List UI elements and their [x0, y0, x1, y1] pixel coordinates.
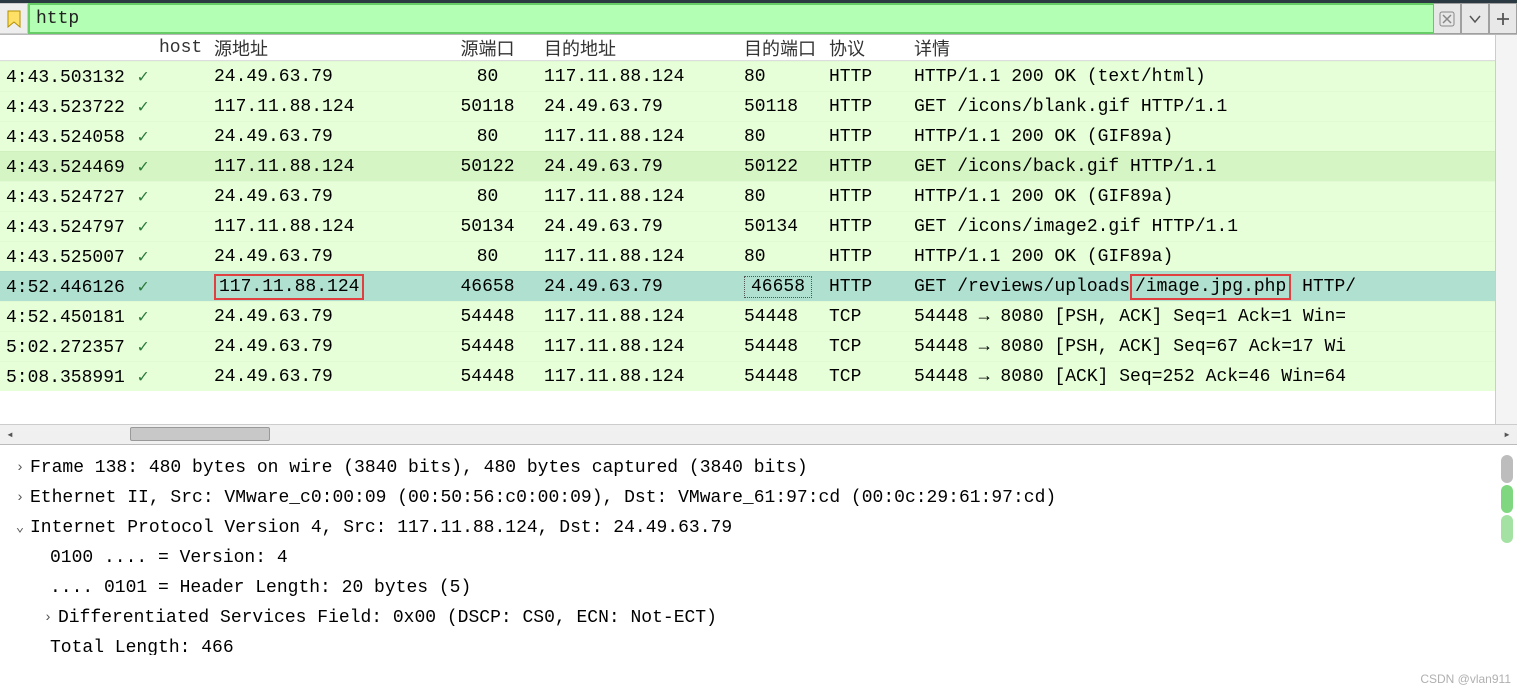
clear-filter-button[interactable]	[1433, 3, 1461, 34]
table-row[interactable]: 4:43.524469 ✓117.11.88.1245012224.49.63.…	[0, 151, 1517, 181]
table-row[interactable]: 5:02.272357 ✓24.49.63.7954448117.11.88.1…	[0, 331, 1517, 361]
table-row[interactable]: 4:43.525007 ✓24.49.63.7980117.11.88.1248…	[0, 241, 1517, 271]
col-info[interactable]: 详情	[910, 35, 1517, 63]
tree-ethernet[interactable]: ›Ethernet II, Src: VMware_c0:00:09 (00:5…	[10, 483, 1517, 513]
col-source-port[interactable]: 源端口	[435, 35, 540, 63]
col-dest-port[interactable]: 目的端口	[740, 35, 825, 63]
table-row[interactable]: 4:43.524797 ✓117.11.88.1245013424.49.63.…	[0, 211, 1517, 241]
display-filter-input[interactable]	[28, 3, 1433, 34]
column-headers[interactable]: host 源地址 源端口 目的地址 目的端口 协议 详情	[0, 35, 1517, 61]
minimap-icon	[1497, 453, 1517, 545]
packet-list-pane: host 源地址 源端口 目的地址 目的端口 协议 详情 4:43.503132…	[0, 35, 1517, 445]
table-row[interactable]: 4:43.523722 ✓117.11.88.1245011824.49.63.…	[0, 91, 1517, 121]
col-host[interactable]: host	[155, 36, 210, 60]
table-row[interactable]: 4:52.446126 ✓117.11.88.1244665824.49.63.…	[0, 271, 1517, 301]
filter-bar	[0, 3, 1517, 35]
table-row[interactable]: 5:08.358991 ✓24.49.63.7954448117.11.88.1…	[0, 361, 1517, 391]
col-source[interactable]: 源地址	[210, 35, 435, 63]
vertical-scrollbar[interactable]	[1495, 35, 1517, 424]
col-time[interactable]	[0, 46, 155, 50]
watermark-text: CSDN @vlan911	[1420, 672, 1511, 686]
tree-ip-hlen[interactable]: .... 0101 = Header Length: 20 bytes (5)	[10, 573, 1517, 603]
table-row[interactable]: 4:43.503132 ✓24.49.63.7980117.11.88.1248…	[0, 61, 1517, 91]
tree-ipv4[interactable]: ⌄Internet Protocol Version 4, Src: 117.1…	[10, 513, 1517, 543]
tree-ip-version[interactable]: 0100 .... = Version: 4	[10, 543, 1517, 573]
col-protocol[interactable]: 协议	[825, 35, 910, 63]
col-destination[interactable]: 目的地址	[540, 35, 740, 63]
tree-frame[interactable]: ›Frame 138: 480 bytes on wire (3840 bits…	[10, 453, 1517, 483]
tree-ip-totlen[interactable]: Total Length: 466	[10, 633, 1517, 655]
packet-details-pane[interactable]: ›Frame 138: 480 bytes on wire (3840 bits…	[0, 445, 1517, 655]
bookmark-icon[interactable]	[0, 3, 28, 34]
tree-ip-dsfield[interactable]: ›Differentiated Services Field: 0x00 (DS…	[10, 603, 1517, 633]
add-filter-button[interactable]	[1489, 3, 1517, 34]
filter-dropdown-button[interactable]	[1461, 3, 1489, 34]
table-row[interactable]: 4:43.524727 ✓24.49.63.7980117.11.88.1248…	[0, 181, 1517, 211]
horizontal-scrollbar[interactable]: ◂ ▸	[0, 424, 1517, 444]
table-row[interactable]: 4:43.524058 ✓24.49.63.7980117.11.88.1248…	[0, 121, 1517, 151]
table-row[interactable]: 4:52.450181 ✓24.49.63.7954448117.11.88.1…	[0, 301, 1517, 331]
